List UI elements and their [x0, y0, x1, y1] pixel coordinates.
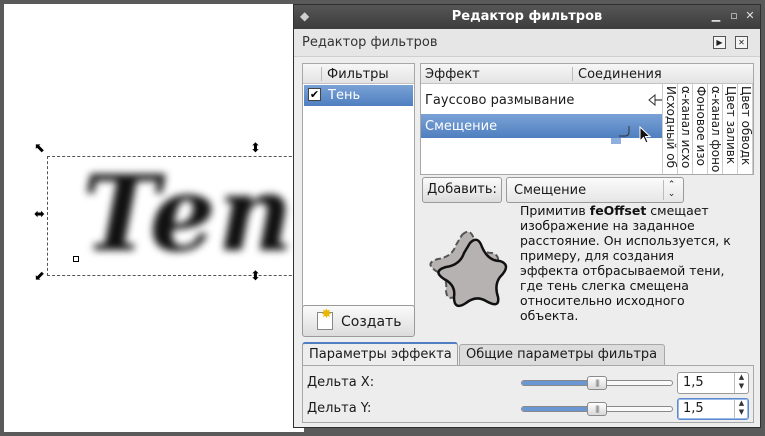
- input-label: Исходный об: [664, 86, 678, 168]
- dy-slider-knob[interactable]: |||: [587, 402, 607, 416]
- dock-header: Редактор фильтров ▶ ✕: [294, 29, 760, 57]
- drawing-canvas[interactable]: Ten ⬉ ⬍ ⬌ ⬋ ⬍: [4, 4, 304, 432]
- scale-handle-top-left-icon[interactable]: ⬉: [34, 142, 45, 155]
- create-filter-button[interactable]: ✸ Создать: [302, 305, 415, 337]
- effect-description: Примитив feOffset смещает изображение на…: [520, 203, 732, 323]
- connections-graph[interactable]: [611, 84, 663, 175]
- scale-handle-bottom-icon[interactable]: ⬍: [250, 270, 261, 283]
- dx-slider-knob[interactable]: |||: [587, 376, 607, 390]
- effect-type-select[interactable]: Смещение ⌃ ⌄: [506, 177, 684, 203]
- dy-value: 1,5: [683, 401, 704, 416]
- filter-editor-window: ◆ Редактор фильтров ▁ ▫ ✕ Редактор фильт…: [293, 4, 761, 428]
- filters-header-label: Фильтры: [327, 67, 389, 82]
- param-label-dx: Дельта X:: [307, 375, 375, 390]
- minimize-icon[interactable]: ▁: [708, 8, 724, 24]
- tab-effect-params[interactable]: Параметры эффекта: [302, 342, 458, 366]
- input-columns: Исходный об α-канал исхо Фоновое изо α-к…: [662, 84, 753, 174]
- input-column[interactable]: Фоновое изо: [693, 84, 708, 174]
- dy-slider[interactable]: |||: [521, 402, 673, 416]
- dx-value: 1,5: [683, 375, 704, 390]
- new-document-icon: ✸: [317, 307, 333, 330]
- input-label: α-канал исхо: [679, 86, 693, 169]
- filter-name[interactable]: Тень: [328, 88, 360, 103]
- effect-type-value: Смещение: [514, 183, 587, 198]
- scale-handle-bottom-left-icon[interactable]: ⬋: [34, 270, 45, 283]
- spin-arrows-icon[interactable]: ▲ ▼: [734, 399, 748, 419]
- filter-enabled-checkbox[interactable]: ✔: [308, 88, 321, 101]
- effect-name: Смещение: [425, 119, 498, 134]
- dy-slider-fill: [522, 407, 591, 411]
- column-separator: [572, 67, 573, 81]
- input-label: Цвет обводк: [739, 86, 753, 166]
- input-label: Фоновое изо: [694, 86, 708, 166]
- dock-close-icon[interactable]: ✕: [735, 36, 748, 49]
- close-icon[interactable]: ✕: [742, 8, 758, 24]
- filters-column-header[interactable]: Фильтры: [303, 64, 414, 84]
- table-row[interactable]: Гауссово размывание: [421, 88, 616, 112]
- input-label: Цвет заливк: [724, 86, 738, 165]
- input-column[interactable]: Цвет обводк: [738, 84, 753, 174]
- filters-list: Фильтры ✔ Тень: [302, 63, 415, 307]
- dx-slider-fill: [522, 381, 591, 385]
- scale-handle-left-icon[interactable]: ⬌: [34, 208, 45, 221]
- effect-name: Гауссово размывание: [425, 93, 575, 108]
- feoffset-illustration-icon: [429, 230, 508, 308]
- dx-slider[interactable]: |||: [521, 376, 673, 390]
- input-column[interactable]: α-канал исхо: [678, 84, 693, 174]
- window-title: Редактор фильтров: [451, 9, 603, 24]
- list-item[interactable]: ✔ Тень: [304, 85, 413, 106]
- tab-filter-general[interactable]: Общие параметры фильтра: [459, 344, 665, 365]
- column-header-effect[interactable]: Эффект: [425, 67, 480, 82]
- dx-spinbox[interactable]: 1,5 ▲ ▼: [677, 372, 749, 394]
- selection-bbox: [47, 156, 304, 276]
- create-button-label: Создать: [341, 314, 402, 330]
- tab-bar: Параметры эффекта Общие параметры фильтр…: [302, 341, 754, 366]
- input-column[interactable]: Исходный об: [663, 84, 678, 174]
- description-prefix: Примитив: [520, 203, 590, 218]
- input-column[interactable]: Цвет заливк: [723, 84, 738, 174]
- effect-params-panel: Дельта X: ||| 1,5 ▲ ▼ Дельта Y: ||| 1,5 ▲…: [302, 365, 754, 423]
- effects-column-header: Эффект Соединения: [421, 64, 753, 84]
- param-label-dy: Дельта Y:: [307, 401, 372, 416]
- scale-handle-top-icon[interactable]: ⬍: [250, 142, 261, 155]
- mouse-cursor-icon: [639, 126, 652, 144]
- chevron-updown-icon: ⌃ ⌄: [663, 180, 679, 200]
- dy-spinbox[interactable]: 1,5 ▲ ▼: [677, 398, 749, 420]
- input-column[interactable]: α-канал фоно: [708, 84, 723, 174]
- spin-arrows-icon[interactable]: ▲ ▼: [734, 373, 748, 393]
- add-effect-button[interactable]: Добавить:: [422, 177, 502, 203]
- description-keyword: feOffset: [589, 203, 647, 218]
- rotation-center-marker[interactable]: [73, 256, 79, 262]
- description-text: смещает изображение на заданное расстоян…: [520, 203, 731, 323]
- dock-title: Редактор фильтров: [302, 35, 438, 50]
- maximize-icon[interactable]: ▫: [726, 8, 742, 24]
- column-separator: [321, 67, 322, 81]
- window-titlebar[interactable]: ◆ Редактор фильтров ▁ ▫ ✕: [294, 5, 760, 29]
- effects-list: Эффект Соединения Гауссово размывание См…: [420, 63, 754, 175]
- input-label: α-канал фоно: [709, 86, 723, 173]
- column-header-connections[interactable]: Соединения: [578, 67, 662, 82]
- dock-iconify-icon[interactable]: ▶: [713, 36, 726, 49]
